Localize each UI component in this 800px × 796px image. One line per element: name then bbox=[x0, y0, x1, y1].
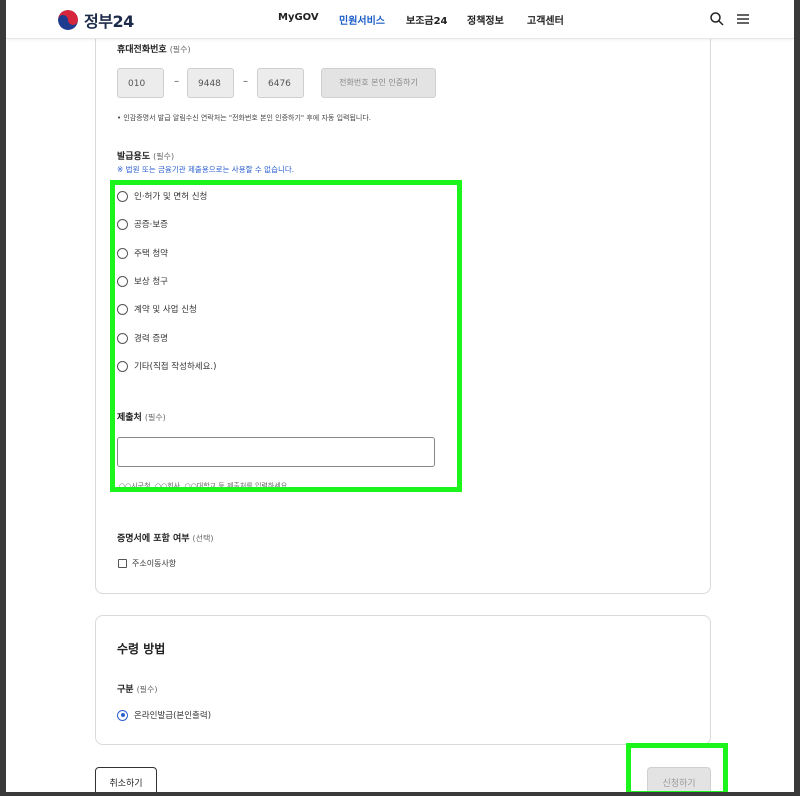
search-icon[interactable] bbox=[709, 11, 725, 27]
hamburger-menu-icon[interactable] bbox=[735, 11, 751, 27]
purpose-option[interactable]: 기타(직접 작성하세요.) bbox=[117, 360, 216, 372]
purpose-option[interactable]: 주택 청약 bbox=[117, 247, 168, 259]
radio-button-icon[interactable] bbox=[117, 332, 128, 344]
radio-button-icon[interactable] bbox=[117, 275, 128, 287]
address-history-checkbox[interactable]: 주소이동사항 bbox=[118, 558, 176, 569]
radio-button-icon[interactable] bbox=[117, 360, 128, 372]
purpose-option[interactable]: 계약 및 사업 신청 bbox=[117, 303, 197, 315]
phone-label: 휴대전화번호 (필수) bbox=[117, 45, 191, 55]
nav-subsidy24[interactable]: 보조금24 bbox=[406, 12, 448, 27]
phone-note: • 인감증명서 발급 알림수신 연락처는 "전화번호 본인 인증하기" 후에 자… bbox=[117, 114, 372, 122]
purpose-option[interactable]: 인·허가 및 면허 신청 bbox=[117, 190, 207, 202]
purpose-option[interactable]: 공증·보증 bbox=[117, 218, 168, 230]
browser-page: 정부24 MyGOV 민원서비스 보조금24 정책정보 고객센터 휴대전화번호(… bbox=[6, 0, 794, 792]
nav-policy-info[interactable]: 정책정보 bbox=[467, 12, 504, 27]
checkbox-icon[interactable] bbox=[118, 559, 127, 568]
include-label: 증명서에 포함 여부 (선택) bbox=[117, 534, 214, 544]
logo-text: 정부24 bbox=[84, 12, 134, 31]
receive-method-card bbox=[95, 615, 711, 745]
phone-part1-field[interactable]: 010 bbox=[117, 68, 164, 98]
top-header: 정부24 MyGOV 민원서비스 보조금24 정책정보 고객센터 bbox=[6, 0, 794, 39]
gov24-logo[interactable]: 정부24 bbox=[58, 8, 134, 32]
receive-type-label: 구분 (필수) bbox=[117, 685, 158, 695]
submit-to-label: 제출처 (필수) bbox=[117, 413, 166, 423]
phone-part2-field[interactable]: 9448 bbox=[187, 68, 234, 98]
receive-online-option[interactable]: 온라인발급(본인출력) bbox=[117, 709, 211, 721]
radio-selected-icon[interactable] bbox=[117, 709, 128, 721]
submit-button[interactable]: 신청하기 bbox=[647, 767, 711, 792]
nav-mygov[interactable]: MyGOV bbox=[278, 12, 319, 23]
submit-to-input[interactable] bbox=[117, 437, 435, 467]
receive-method-title: 수령 방법 bbox=[117, 642, 166, 656]
phone-part3-field[interactable]: 6476 bbox=[257, 68, 304, 98]
nav-civil-service[interactable]: 민원서비스 bbox=[339, 12, 385, 27]
purpose-label: 발급용도 (필수) bbox=[117, 152, 175, 162]
radio-button-icon[interactable] bbox=[117, 303, 128, 315]
taeguk-logo-icon bbox=[58, 10, 78, 30]
radio-button-icon[interactable] bbox=[117, 190, 128, 202]
cancel-button[interactable]: 취소하기 bbox=[95, 767, 157, 792]
phone-dash-1: – bbox=[174, 76, 179, 87]
phone-verify-button[interactable]: 전화번호 본인 인증하기 bbox=[321, 68, 436, 98]
radio-button-icon[interactable] bbox=[117, 247, 128, 259]
purpose-warning: ※ 법원 또는 금융기관 제출용으로는 사용할 수 없습니다. bbox=[117, 165, 295, 174]
radio-button-icon[interactable] bbox=[117, 218, 128, 230]
nav-customer-center[interactable]: 고객센터 bbox=[527, 12, 564, 27]
purpose-option[interactable]: 보상 청구 bbox=[117, 275, 168, 287]
submit-to-hint: ○○시군청, ○○회사, ○○대학교 등 제출처를 입력하세요 bbox=[119, 482, 288, 490]
phone-dash-2: – bbox=[243, 76, 248, 87]
purpose-option[interactable]: 경력 증명 bbox=[117, 332, 168, 344]
